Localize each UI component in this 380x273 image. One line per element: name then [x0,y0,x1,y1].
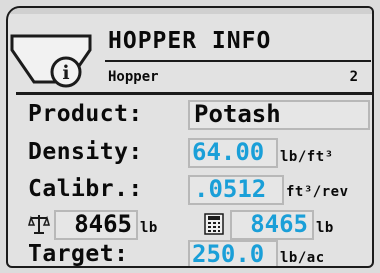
hopper-info-panel: i HOPPER INFO Hopper 2 Product: Potash D… [6,6,374,268]
density-field[interactable]: 64.00 [188,138,278,168]
header-divider [105,60,371,62]
target-unit: lb/ac [280,250,325,266]
density-value: 64.00 [192,138,265,166]
scale-icon [28,215,50,234]
calculated-weight-field[interactable]: 8465 [230,210,314,240]
calibration-label: Calibr.: [28,176,143,202]
target-label: Target: [28,241,129,267]
density-unit: lb/ft³ [280,149,334,165]
scale-weight-field[interactable]: 8465 [54,210,138,240]
calculated-weight-unit: lb [316,220,334,236]
density-label: Density: [28,139,143,165]
target-value: 250.0 [192,240,265,268]
hopper-number: 2 [349,69,358,85]
header-separator [16,92,372,95]
calibration-value: .0512 [194,175,267,203]
page-title: HOPPER INFO [108,28,272,54]
svg-text:i: i [62,62,69,84]
hopper-label: Hopper [108,69,159,85]
product-value: Potash [194,100,281,128]
calibration-field[interactable]: .0512 [188,175,284,205]
product-field[interactable]: Potash [188,100,370,130]
product-label: Product: [28,101,143,127]
scale-weight-value: 8465 [74,210,132,238]
top-bar [8,8,372,14]
hopper-info-icon: i [10,34,92,88]
calibration-unit: ft³/rev [286,184,349,200]
calculator-icon [204,213,224,235]
scale-weight-unit: lb [140,220,158,236]
target-field[interactable]: 250.0 [188,240,278,268]
calculated-weight-value: 8465 [250,210,308,238]
